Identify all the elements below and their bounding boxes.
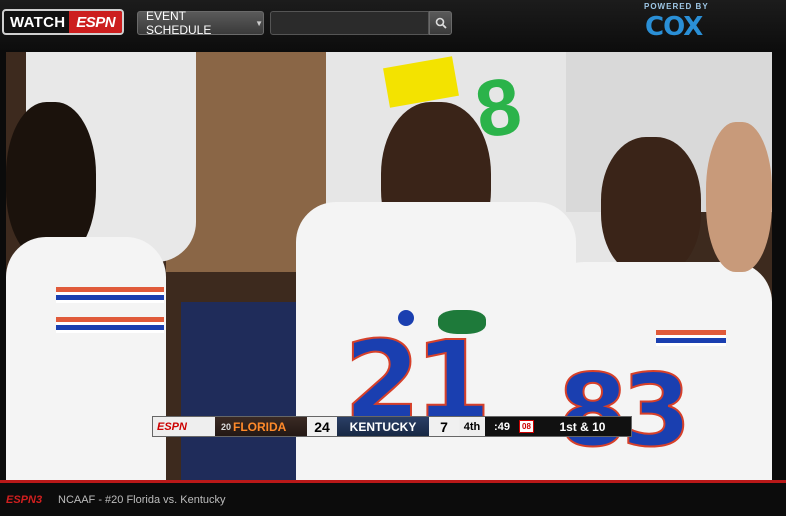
sleeve-stripe [56,317,164,333]
scorebug: ESPN 20 FLORIDA 24 KENTUCKY 7 4th :49 08… [152,416,632,437]
search-button[interactable] [429,11,452,35]
chevron-down-icon: ▼ [255,18,263,28]
down-distance: 1st & 10 [559,419,606,434]
watchespn-logo[interactable]: WATCH ESPN [2,9,124,35]
sleeve-stripe [656,330,726,346]
search-input[interactable] [270,11,429,35]
network-logo: ESPN [153,417,215,436]
gator-logo [438,310,486,334]
team1-name: FLORIDA [233,419,287,434]
team1-panel: 20 FLORIDA [215,417,307,436]
jersey-number: 83 [557,351,692,470]
sleeve-stripe [56,287,164,303]
channel-logo: ESPN3 [6,494,43,506]
player-head [601,137,701,277]
player-head [706,122,772,272]
game-clock: :49 [494,420,510,433]
team2-name: KENTUCKY [337,417,429,436]
search-icon [435,17,447,29]
logo-watch-text: WATCH [10,13,66,31]
event-title: NCAAF - #20 Florida vs. Kentucky [58,494,226,506]
powered-by-label: POWERED BY [644,2,709,11]
background-bench [181,302,301,480]
quarter: 4th [459,417,485,436]
team2-score: 7 [429,417,459,436]
event-schedule-label: EVENT SCHEDULE [146,9,212,37]
logo-espn-text: ESPN [69,11,122,33]
top-bar: WATCH ESPN EVENT SCHEDULE ▼ POWERED BY C… [0,0,786,50]
player-jersey [6,237,166,480]
team1-rank: 20 [221,421,232,432]
cox-logo[interactable]: COX [645,12,703,42]
team1-score: 24 [307,417,337,436]
event-schedule-dropdown[interactable]: EVENT SCHEDULE ▼ [137,9,264,37]
sec-logo [398,310,414,326]
timeout-badge: 08 [519,420,534,433]
